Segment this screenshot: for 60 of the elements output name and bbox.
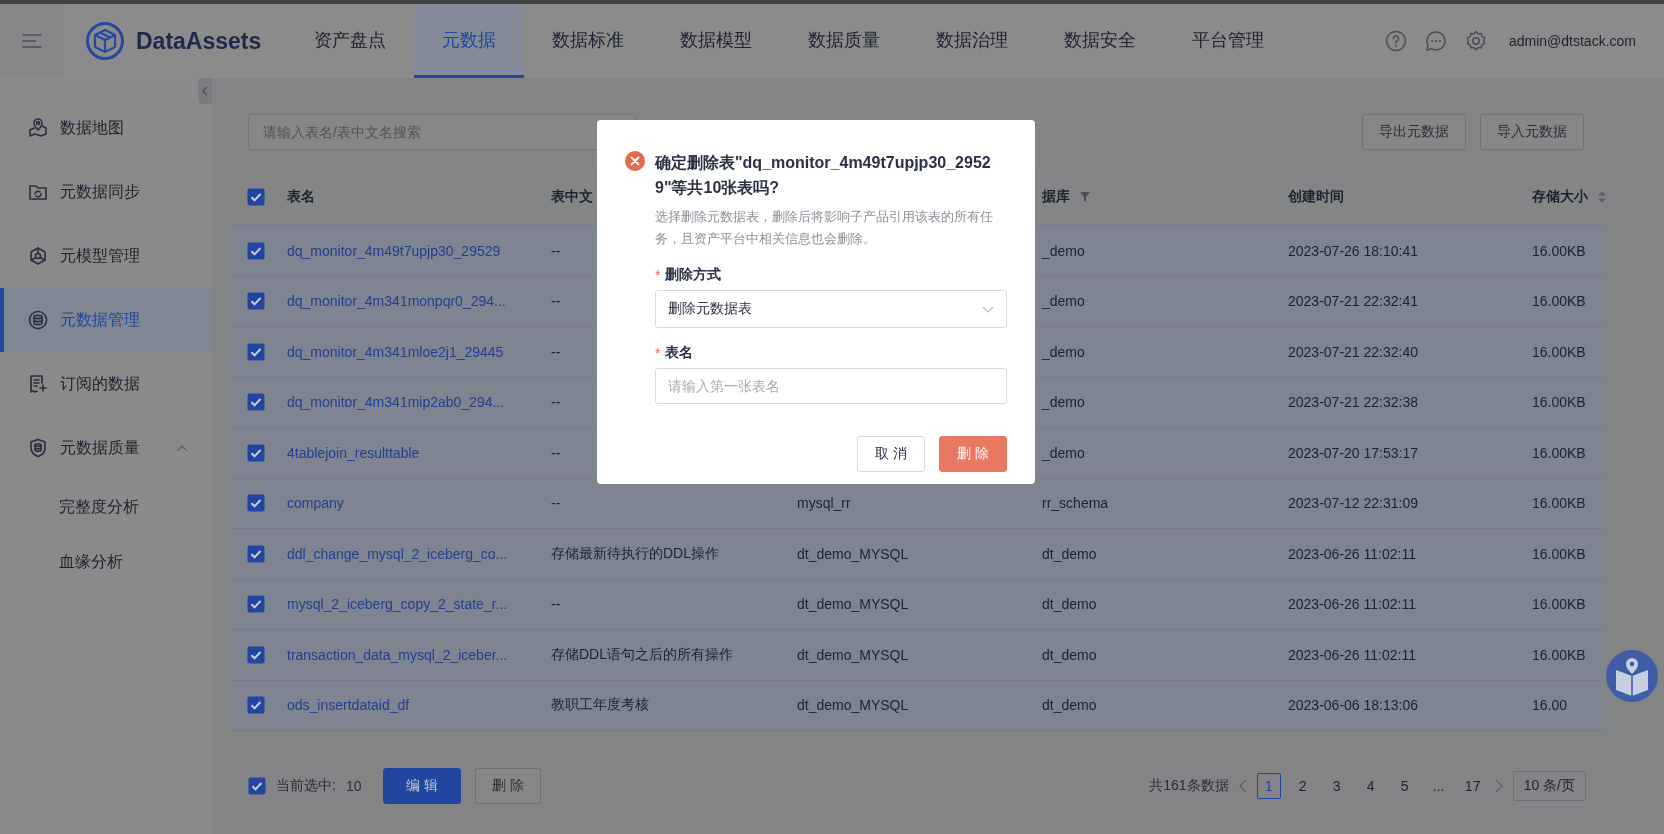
table-cell: 存储DDL语句之后的所有操作 bbox=[551, 645, 733, 664]
field-label: 删除方式 bbox=[665, 266, 722, 284]
column-header: 表中文 bbox=[551, 187, 593, 206]
table-cell: 教职工年度考核 bbox=[551, 696, 649, 715]
table-cell: 16.00KB bbox=[1532, 394, 1586, 411]
field-label: 表名 bbox=[665, 344, 694, 362]
table-cell: _demo bbox=[1042, 444, 1085, 461]
table-cell: -- bbox=[551, 242, 561, 259]
table-cell: -- bbox=[551, 343, 561, 360]
table-cell: 存储最新待执行的DDL操作 bbox=[551, 544, 719, 563]
table-cell: 2023-07-12 22:31:09 bbox=[1288, 495, 1418, 512]
table-cell: dt_demo bbox=[1042, 697, 1097, 714]
table-cell: rr_schema bbox=[1042, 495, 1109, 512]
table-cell: 16.00KB bbox=[1532, 343, 1586, 360]
table-cell: dt_demo_MYSQL bbox=[797, 697, 909, 714]
table-cell: _demo bbox=[1042, 242, 1085, 259]
column-header: 创建时间 bbox=[1288, 187, 1344, 206]
required-mark: * bbox=[655, 345, 661, 361]
dialog-description: 选择删除元数据表，删除后将影响子产品引用该表的所有任务，且资产平台中相关信息也会删除。 bbox=[655, 208, 994, 248]
table-cell: dt_demo_MYSQL bbox=[797, 596, 909, 613]
table-cell: 2023-07-21 22:32:40 bbox=[1288, 343, 1418, 360]
table-cell: 2023-06-26 11:02:11 bbox=[1288, 596, 1416, 613]
table-cell: 16.00KB bbox=[1532, 545, 1586, 562]
table-cell: mysql_rr bbox=[797, 495, 851, 512]
table-cell: 16.00KB bbox=[1532, 596, 1586, 613]
table-cell: _demo bbox=[1042, 343, 1085, 360]
table-cell: 2023-06-06 18:13:06 bbox=[1288, 697, 1418, 714]
table-cell: -- bbox=[551, 394, 561, 411]
table-cell: -- bbox=[551, 495, 561, 512]
table-cell: 16.00 bbox=[1532, 697, 1568, 714]
table-cell: 2023-06-26 11:02:11 bbox=[1288, 545, 1416, 562]
table-cell: dt_demo_MYSQL bbox=[797, 646, 909, 663]
table-cell: 16.00KB bbox=[1532, 242, 1586, 259]
required-mark: * bbox=[655, 267, 661, 283]
selection-label: 当前选中: bbox=[276, 777, 336, 795]
table-cell: _demo bbox=[1042, 293, 1085, 310]
column-header: 存储大小 bbox=[1532, 187, 1588, 206]
table-cell: 16.00KB bbox=[1532, 646, 1586, 663]
table-cell: 16.00KB bbox=[1532, 444, 1586, 461]
selection-count: 10 bbox=[345, 778, 362, 794]
table-cell: _demo bbox=[1042, 394, 1085, 411]
dialog-title: 确定删除表"dq_monitor_4m49t7upjp30_29529"等共10张表吗? bbox=[655, 153, 992, 198]
table-cell: 16.00KB bbox=[1532, 293, 1586, 310]
table-cell: dt_demo bbox=[1042, 545, 1097, 562]
brand-name: DataAssets bbox=[136, 27, 262, 55]
table-cell: -- bbox=[551, 444, 561, 461]
table-cell: dt_demo bbox=[1042, 596, 1097, 613]
table-cell: 2023-07-21 22:32:38 bbox=[1288, 394, 1418, 411]
table-cell: -- bbox=[551, 293, 561, 310]
table-cell: 2023-07-21 22:32:41 bbox=[1288, 293, 1418, 310]
table-cell: 2023-07-20 17:53:17 bbox=[1288, 444, 1418, 461]
table-cell: dt_demo_MYSQL bbox=[797, 545, 909, 562]
table-cell: -- bbox=[551, 596, 561, 613]
total-count: 共161条数据 bbox=[1149, 777, 1229, 795]
table-cell: dt_demo bbox=[1042, 646, 1097, 663]
table-cell: 2023-06-26 11:02:11 bbox=[1288, 646, 1416, 663]
table-cell: 2023-07-26 18:10:41 bbox=[1288, 242, 1418, 259]
column-header: 表名 bbox=[287, 187, 315, 206]
table-cell: 16.00KB bbox=[1532, 495, 1586, 512]
column-header: 据库 bbox=[1042, 187, 1070, 206]
